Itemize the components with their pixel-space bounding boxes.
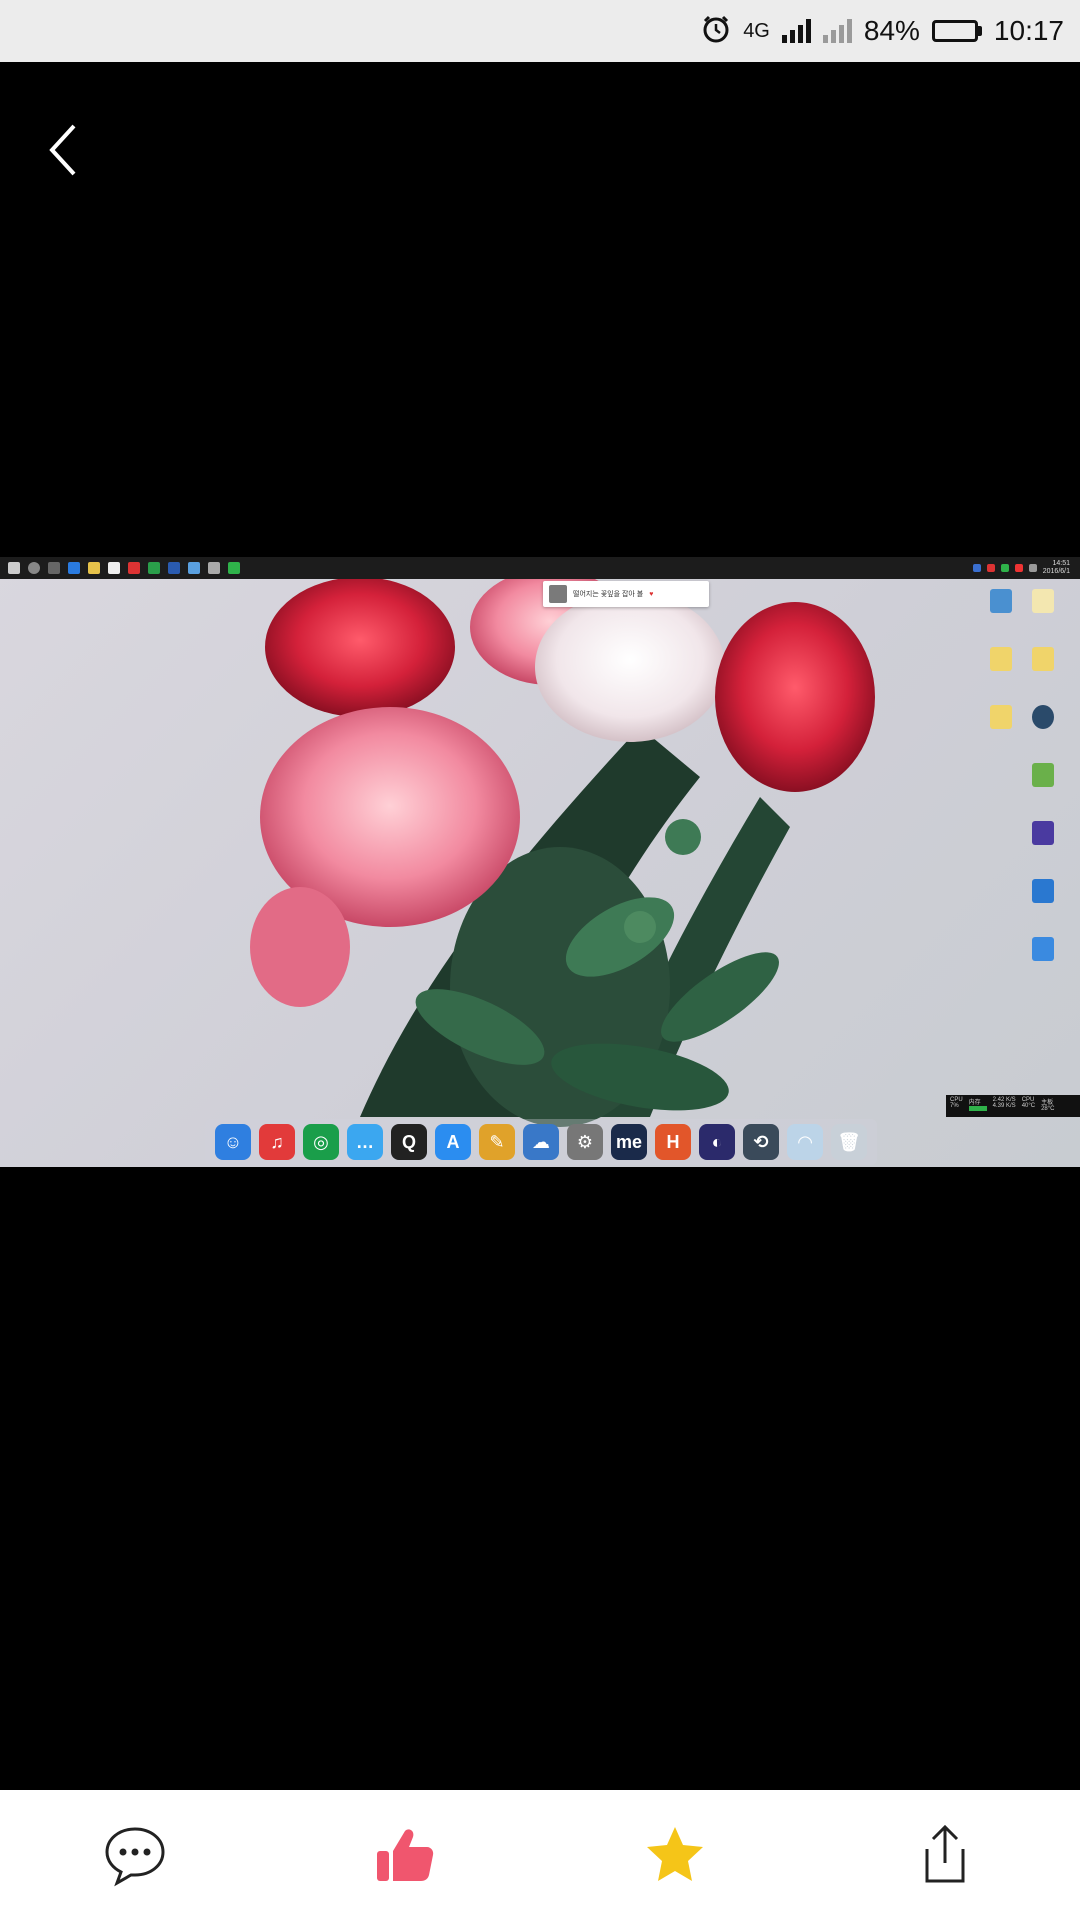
network-type: 4G (743, 19, 770, 42)
dock-item-h-app[interactable]: H (655, 1124, 691, 1160)
folder-icon[interactable] (88, 562, 100, 574)
tray-icon[interactable] (972, 564, 981, 572)
star-icon (647, 1827, 703, 1881)
comment-button[interactable] (95, 1815, 175, 1895)
dock-item-photos[interactable]: ✎ (479, 1124, 515, 1160)
folder-icon (1032, 647, 1054, 671)
desktop-icon-app[interactable] (1028, 705, 1058, 729)
desktop-icon-folder[interactable] (986, 705, 1016, 729)
performance-widget: CPU 7% 内存 2.42 K/S 4.39 K/S CPU 40°C 主板 28°C (946, 1095, 1080, 1117)
chevron-left-icon (49, 124, 76, 176)
dock-item-chrome[interactable]: ◎ (303, 1124, 339, 1160)
dock-item-drive[interactable]: ☁ (523, 1124, 559, 1160)
desktop-icon-app[interactable] (1028, 821, 1058, 845)
app-red-icon[interactable] (128, 562, 140, 574)
back-button[interactable] (44, 120, 84, 180)
search-icon[interactable] (28, 562, 40, 574)
dock-item-qq[interactable]: Q (391, 1124, 427, 1160)
screenshot-image[interactable]: 14:51 2016/6/1 떨어지는 꽃잎을 잡아 볼 ♥ CPU 7% 内存 … (0, 557, 1080, 1167)
app-blue-icon (1032, 879, 1054, 903)
memory-label: 内存 (968, 1100, 981, 1106)
dock-item-itunes[interactable]: ♫ (259, 1124, 295, 1160)
dock-item-eclipse[interactable]: ◐ (699, 1124, 735, 1160)
dock-item-time-machine[interactable]: ⟲ (743, 1124, 779, 1160)
album-thumbnail (549, 585, 567, 603)
app-gray-icon[interactable] (208, 562, 220, 574)
status-bar: 4G 84% 10:17 (0, 0, 1080, 62)
cpu-value: 7% (950, 1103, 959, 1109)
taskbar-clock[interactable]: 14:51 2016/6/1 (1043, 560, 1070, 576)
app-globe-icon (1032, 705, 1054, 729)
dock-item-messages[interactable]: … (347, 1124, 383, 1160)
battery-percent: 84% (863, 15, 920, 46)
download-rate: 4.39 K/S (992, 1103, 1016, 1109)
desktop-icon-folder[interactable] (1028, 647, 1058, 671)
dock-item-settings[interactable]: ⚙ (567, 1124, 603, 1160)
app-dock: ☺ ♫ ◎… Q A ✎ ☁ ⚙ me H ◐ ⟲ ◠ 🗑 (205, 1119, 877, 1165)
taskbar-clock-date: 2016/6/1 (1042, 568, 1070, 575)
app-green-icon[interactable] (228, 562, 240, 574)
app-blue-icon[interactable] (188, 562, 200, 574)
computer-icon (990, 589, 1012, 613)
folder-icon (990, 647, 1012, 671)
desktop-icon-app[interactable] (1028, 879, 1058, 903)
board-temp-label: 主板 (1041, 1100, 1054, 1106)
store-icon[interactable] (108, 562, 120, 574)
taskbar-clock-time: 14:51 (1052, 560, 1070, 567)
share-button[interactable] (905, 1815, 985, 1895)
desktop-icon-computer[interactable] (986, 589, 1016, 613)
like-button[interactable] (365, 1815, 445, 1895)
chrome-icon[interactable] (148, 562, 160, 574)
alarm-clock-icon (701, 14, 731, 49)
tray-icon[interactable] (1014, 564, 1023, 572)
comment-bubble-icon (105, 1827, 165, 1887)
word-icon[interactable] (168, 562, 180, 574)
desktop-icon-app[interactable] (1028, 763, 1058, 787)
board-temp: 28°C (1041, 1106, 1055, 1112)
tray-icon[interactable] (1000, 564, 1009, 572)
signal-strength-icon (781, 19, 811, 43)
favorite-button[interactable] (635, 1815, 715, 1895)
status-time: 10:17 (993, 15, 1064, 46)
dock-item-finder[interactable]: ☺ (215, 1124, 251, 1160)
app-map-icon (1032, 763, 1054, 787)
desktop-icon-folder[interactable] (986, 647, 1016, 671)
tray-icon[interactable] (1028, 564, 1037, 572)
app-purple-icon (1032, 821, 1054, 845)
windows-start-icon[interactable] (8, 562, 20, 574)
dock-item-app-store[interactable]: A (435, 1124, 471, 1160)
bottom-action-bar (0, 1790, 1080, 1920)
windows-taskbar: 14:51 2016/6/1 (0, 557, 1080, 579)
heart-icon[interactable]: ♥ (649, 591, 653, 598)
dock-item-me[interactable]: me (611, 1124, 647, 1160)
desktop-icon-app[interactable] (1028, 937, 1058, 961)
thumbs-up-icon (377, 1829, 434, 1881)
share-icon (925, 1824, 965, 1883)
task-view-icon[interactable] (48, 562, 60, 574)
music-notification[interactable]: 떨어지는 꽃잎을 잡아 볼 ♥ (543, 581, 709, 607)
signal-sim2-icon (822, 19, 852, 43)
cpu-temp: 40°C (1021, 1103, 1036, 1109)
dock-item-wifi[interactable]: ◠ (787, 1124, 823, 1160)
tray-icon[interactable] (986, 564, 995, 572)
battery-icon (931, 20, 982, 42)
folder-icon (990, 705, 1012, 729)
desktop-icon-file[interactable] (1028, 589, 1058, 613)
notification-text: 떨어지는 꽃잎을 잡아 볼 (573, 591, 644, 598)
app-windows-icon (1032, 937, 1054, 961)
system-tray: 14:51 2016/6/1 (972, 560, 1070, 576)
peony-bouquet-image (250, 569, 875, 1127)
edge-icon[interactable] (68, 562, 80, 574)
dock-item-trash[interactable]: 🗑 (831, 1124, 867, 1160)
file-icon (1032, 589, 1054, 613)
desktop-icons (978, 585, 1068, 985)
